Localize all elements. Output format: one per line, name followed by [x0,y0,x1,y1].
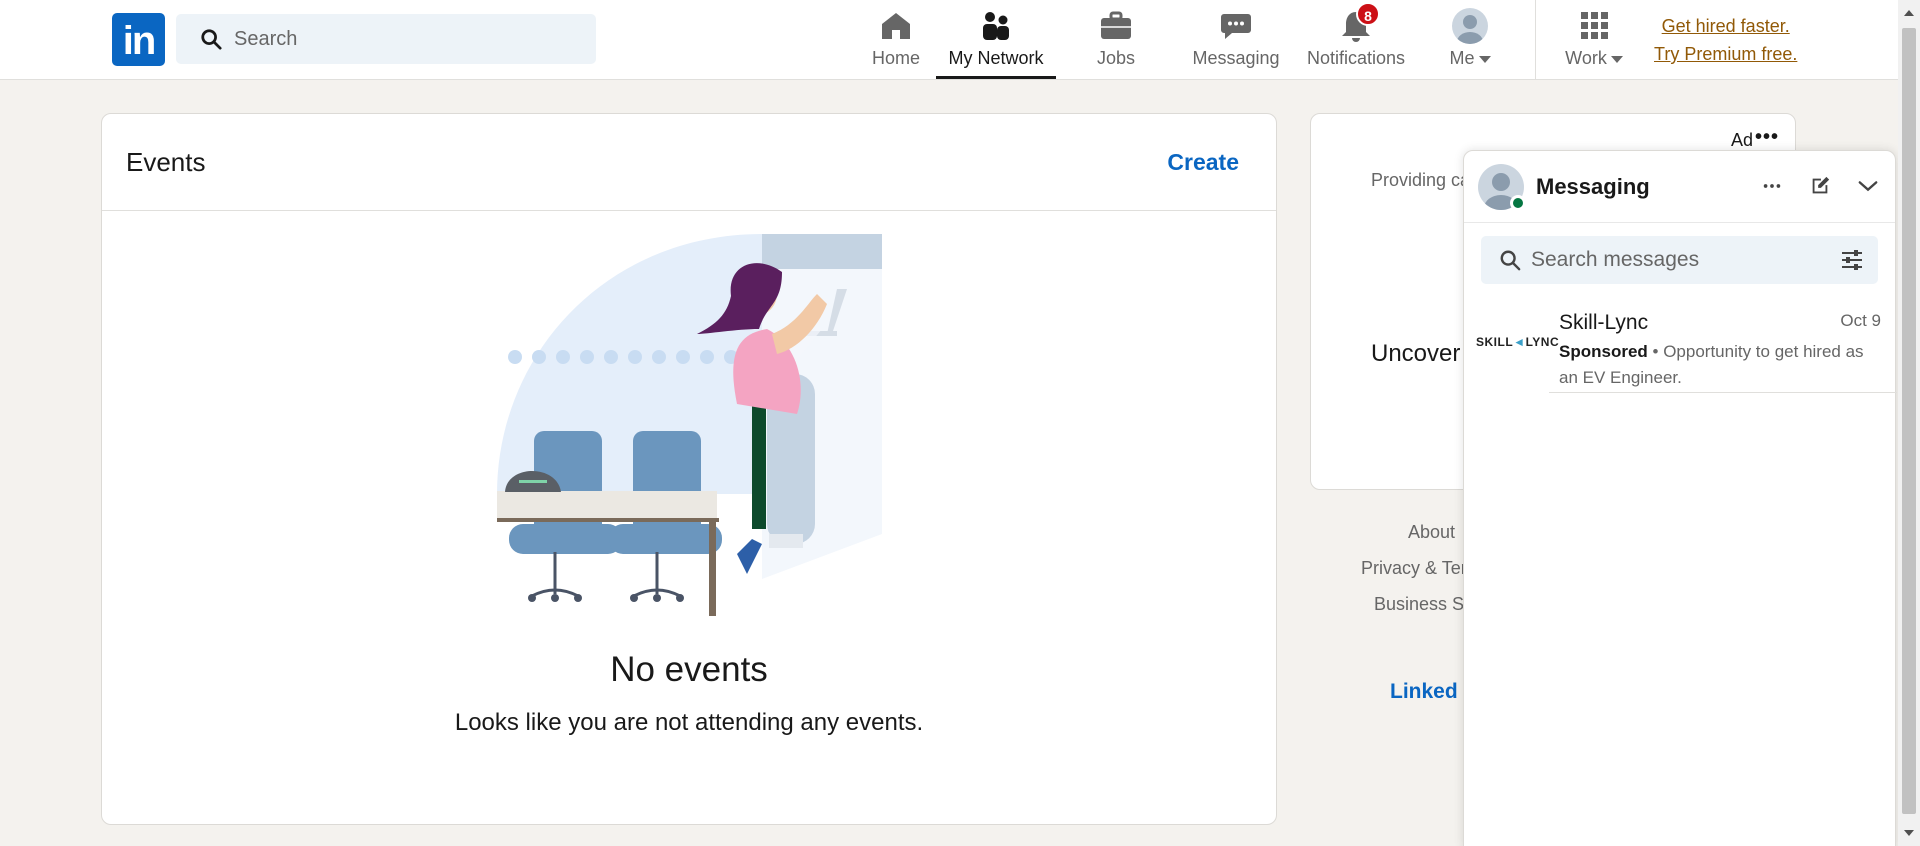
premium-link-2[interactable]: Try Premium free. [1654,40,1797,68]
home-icon [878,8,914,44]
avatar [1452,8,1488,44]
search-input[interactable] [234,27,574,51]
skill-lync-logo: SKILL◄LYNC [1476,335,1560,349]
conversation-name: Skill-Lync [1559,311,1649,334]
search-icon [201,29,222,50]
nav-home-label: Home [871,48,920,68]
empty-state-subtitle: Looks like you are not attending any eve… [454,709,924,736]
conversation-divider [1549,392,1897,393]
empty-state-title: No events [610,650,768,689]
message-search[interactable] [1481,236,1878,284]
search-icon [1500,250,1521,271]
conversation-date: Oct 9 [1840,311,1881,330]
message-search-input[interactable] [1531,248,1831,272]
chat-icon [1218,8,1254,44]
online-status-indicator [1510,195,1526,211]
footer-business-link[interactable]: Business Se [1374,594,1474,615]
network-icon [978,8,1014,44]
conversation-item[interactable]: SKILL◄LYNC Skill-Lync Oct 9 Sponsored • … [1464,301,1897,393]
no-events-illustration [497,234,882,616]
messaging-header[interactable]: Messaging [1464,151,1895,223]
scroll-up-arrow-icon[interactable] [1904,10,1914,16]
nav-work-label: Work [1565,48,1623,69]
sponsored-label: Sponsored [1559,342,1648,361]
footer-about-link[interactable]: About [1408,522,1455,543]
compose-icon[interactable] [1807,173,1833,199]
nav-notifications-label: Notifications [1306,48,1406,68]
create-event-button[interactable]: Create [1167,149,1239,176]
nav-me-label: Me [1449,48,1491,69]
nav-jobs[interactable]: Jobs [1068,0,1164,79]
nav-me[interactable]: Me [1430,0,1510,79]
chevron-down-icon[interactable] [1855,173,1881,199]
filter-icon[interactable] [1840,248,1864,277]
conversation-preview: Sponsored • Opportunity to get hired as … [1559,342,1864,387]
nav-notifications[interactable]: 8 Notifications [1300,0,1412,79]
linkedin-logo[interactable]: in [112,13,165,66]
linkedin-footer-logo: Linked [1390,680,1458,703]
bell-icon: 8 [1338,2,1380,44]
footer-privacy-link[interactable]: Privacy & Ter [1361,558,1467,579]
messaging-controls [1759,173,1881,199]
page-scrollbar[interactable] [1898,0,1920,846]
grid-icon [1576,8,1612,44]
briefcase-icon [1098,8,1134,44]
nav-my-network-label: My Network [948,48,1044,68]
messaging-panel: Messaging SKILL◄LYNC Skill-Lync Oct 9 Sp… [1463,150,1897,846]
premium-upsell: Get hired faster. Try Premium free. [1654,12,1797,68]
nav-jobs-label: Jobs [1096,48,1136,68]
nav-divider [1535,0,1536,79]
chevron-down-icon [1610,55,1623,63]
nav-messaging-label: Messaging [1192,48,1280,68]
nav-my-network[interactable]: My Network [936,0,1056,79]
events-header: Events Create [102,114,1276,211]
events-title: Events [126,146,206,177]
ad-text-1: Providing ca [1371,170,1471,190]
chevron-down-icon [1478,55,1491,63]
global-search[interactable] [176,14,596,64]
notification-badge: 8 [1356,2,1380,26]
nav-home[interactable]: Home [848,0,944,79]
more-options-icon[interactable] [1759,173,1785,199]
events-card: Events Create No events Looks like you a… [101,113,1277,825]
ad-label: Ad [1730,130,1753,150]
messaging-title: Messaging [1536,173,1650,199]
scrollbar-thumb[interactable] [1902,28,1916,814]
nav-work[interactable]: Work [1552,0,1636,79]
scroll-down-arrow-icon[interactable] [1904,830,1914,836]
nav-messaging[interactable]: Messaging [1180,0,1292,79]
more-options-icon[interactable]: ••• [1755,126,1779,149]
global-nav: in Home My Network Jobs Messaging 8 Noti… [0,0,1898,80]
premium-link-1[interactable]: Get hired faster. [1654,12,1797,40]
